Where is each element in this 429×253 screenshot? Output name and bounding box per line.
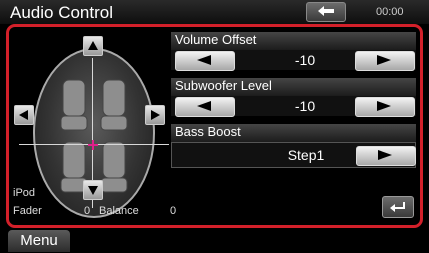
balance-label: Balance — [99, 205, 139, 217]
return-button[interactable] — [382, 196, 414, 218]
bass-boost-label: Bass Boost — [171, 124, 416, 142]
right-arrow-icon — [378, 150, 392, 160]
left-arrow-icon — [19, 110, 28, 120]
volume-offset-increase-button[interactable] — [355, 51, 415, 71]
back-button[interactable] — [306, 2, 346, 22]
bass-boost-value: Step1 — [287, 147, 325, 163]
subwoofer-level-increase-button[interactable] — [355, 97, 415, 117]
balance-value: 0 — [170, 205, 177, 217]
volume-offset-row: -10 — [171, 50, 416, 71]
fader-front-button[interactable] — [83, 36, 103, 56]
bass-boost-row: Step1 — [171, 142, 416, 168]
fader-value: 0 — [84, 205, 91, 217]
bass-boost-next-button[interactable] — [356, 146, 416, 166]
clock: 00:00 — [376, 6, 404, 18]
subwoofer-level-decrease-button[interactable] — [175, 97, 235, 117]
subwoofer-level-value: -10 — [294, 98, 316, 114]
subwoofer-level-label: Subwoofer Level — [171, 78, 416, 96]
left-arrow-icon — [197, 101, 211, 111]
right-arrow-icon — [377, 101, 391, 111]
right-arrow-icon — [151, 110, 160, 120]
title-bar: Audio Control 00:00 — [0, 0, 429, 24]
fader-rear-button[interactable] — [83, 180, 103, 200]
return-icon — [390, 202, 405, 212]
volume-offset-label: Volume Offset — [171, 32, 416, 50]
source-label: iPod — [13, 187, 36, 199]
fader-label: Fader — [13, 205, 42, 217]
left-arrow-icon — [197, 55, 211, 65]
up-arrow-icon — [88, 41, 98, 50]
balance-right-button[interactable] — [145, 105, 165, 125]
volume-offset-decrease-button[interactable] — [175, 51, 235, 71]
listening-position-marker — [88, 140, 98, 150]
back-arrow-icon — [318, 6, 334, 16]
volume-offset-value: -10 — [294, 52, 316, 68]
page-title: Audio Control — [10, 3, 114, 22]
right-arrow-icon — [377, 55, 391, 65]
menu-button[interactable]: Menu — [8, 230, 70, 252]
balance-left-button[interactable] — [14, 105, 34, 125]
subwoofer-level-row: -10 — [171, 96, 416, 117]
down-arrow-icon — [88, 186, 98, 195]
